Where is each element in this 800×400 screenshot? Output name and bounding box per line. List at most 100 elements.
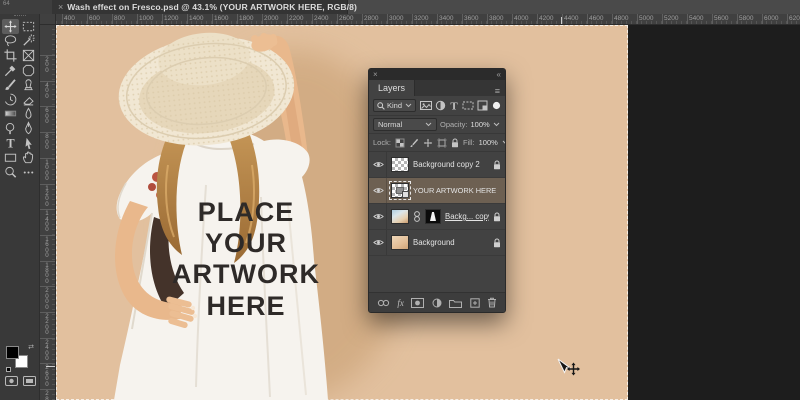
ruler-tick xyxy=(462,14,463,25)
swap-colors-icon[interactable]: ⇄ xyxy=(28,344,34,351)
tool-marquee[interactable] xyxy=(20,19,37,34)
tool-healing-patch[interactable] xyxy=(20,63,37,78)
screen-mode-icon[interactable] xyxy=(23,376,36,386)
tab-layers[interactable]: Layers xyxy=(369,80,415,96)
tool-blur[interactable] xyxy=(20,107,37,122)
tool-clone-stamp[interactable] xyxy=(20,77,37,92)
layer-row-background[interactable]: Background xyxy=(369,230,505,256)
panel-menu-icon[interactable]: ≡ xyxy=(490,86,505,96)
ruler-tick-label: 600 xyxy=(89,15,100,22)
document-canvas[interactable]: PLACE YOUR ARTWORK HERE xyxy=(56,25,628,400)
tool-lasso[interactable] xyxy=(2,34,19,49)
layer-thumbnail[interactable] xyxy=(391,157,409,172)
chevron-down-icon[interactable] xyxy=(502,140,506,145)
fill-value[interactable]: 100% xyxy=(479,138,498,147)
ruler-tick-label: 6000 xyxy=(764,15,778,22)
tool-eyedropper[interactable] xyxy=(2,63,19,78)
lock-transparent-icon[interactable] xyxy=(395,138,405,148)
svg-text:T: T xyxy=(6,136,14,150)
layer-name[interactable]: Backg... copy xyxy=(445,212,489,221)
adjustment-icon[interactable] xyxy=(432,298,442,308)
tool-move[interactable] xyxy=(2,19,19,34)
vertical-ruler[interactable]: 2004006008001000120014001600180020002200… xyxy=(40,25,56,400)
effects-icon[interactable]: fx xyxy=(397,298,404,308)
layer-row-backg-copy[interactable]: Backg... copy xyxy=(369,204,505,230)
foreground-color-swatch[interactable] xyxy=(6,346,19,359)
visibility-toggle[interactable] xyxy=(373,152,387,177)
opacity-value[interactable]: 100% xyxy=(471,120,490,129)
mask-link-icon[interactable] xyxy=(413,210,421,223)
ruler-tick xyxy=(87,14,88,25)
tool-gradient[interactable] xyxy=(2,107,19,122)
tool-path-select[interactable] xyxy=(20,136,37,151)
layer-name[interactable]: YOUR ARTWORK HERE xyxy=(413,186,501,195)
ruler-tick xyxy=(162,14,163,25)
ruler-tick-label: 1600 xyxy=(214,15,228,22)
blend-mode-select[interactable]: Normal xyxy=(373,118,437,131)
layer-name[interactable]: Background xyxy=(413,238,489,247)
toolbar-grip[interactable] xyxy=(14,15,26,17)
ruler-tick xyxy=(612,14,613,25)
lock-brush-icon[interactable] xyxy=(409,138,419,148)
panel-close-icon[interactable]: × xyxy=(373,71,378,79)
ruler-tick-label: 1200 xyxy=(164,15,178,22)
filter-kind-select[interactable]: Kind xyxy=(373,99,416,112)
visibility-toggle[interactable] xyxy=(373,230,387,255)
filter-toggle[interactable] xyxy=(492,101,501,110)
document-tab[interactable]: × Wash effect on Fresco.psd @ 43.1% (YOU… xyxy=(52,0,348,14)
close-icon[interactable]: × xyxy=(58,3,63,12)
horizontal-ruler[interactable]: 4006008001000120014001600180020002200240… xyxy=(56,14,800,25)
filter-pixel-layers-icon[interactable] xyxy=(420,100,432,111)
layer-thumbnail[interactable] xyxy=(391,235,409,250)
tool-eraser[interactable] xyxy=(20,92,37,107)
tool-crop[interactable] xyxy=(2,48,19,63)
add-mask-icon[interactable] xyxy=(411,298,424,308)
layer-row-your-artwork-here[interactable]: YOUR ARTWORK HERE xyxy=(369,178,505,204)
lock-artboard-icon[interactable] xyxy=(437,138,447,148)
filter-type-icons: T xyxy=(420,100,488,111)
layer-thumbnail[interactable] xyxy=(391,183,409,198)
lock-move-icon[interactable] xyxy=(423,138,433,148)
ruler-tick xyxy=(412,14,413,25)
lock-all-icon[interactable] xyxy=(451,138,459,148)
layer-mask-thumbnail[interactable] xyxy=(425,209,441,224)
tool-zoom[interactable] xyxy=(2,165,19,180)
ruler-tick-label: 200 xyxy=(43,57,51,73)
layer-thumbnail[interactable] xyxy=(391,209,409,224)
new-layer-icon[interactable] xyxy=(470,298,480,308)
group-layers-icon[interactable] xyxy=(449,298,462,308)
mask-silhouette xyxy=(430,212,436,221)
filter-smart-objects-icon[interactable] xyxy=(477,100,488,111)
visibility-toggle[interactable] xyxy=(373,178,387,203)
photoshop-window: 64 × Wash effect on Fresco.psd @ 43.1% (… xyxy=(0,0,800,400)
filter-adjustment-layers-icon[interactable] xyxy=(435,100,446,111)
ruler-tick-label: 1800 xyxy=(43,263,51,285)
tool-shape[interactable] xyxy=(2,150,19,165)
tool-frame[interactable] xyxy=(20,48,37,63)
tool-brush[interactable] xyxy=(2,77,19,92)
chevron-down-icon[interactable] xyxy=(493,122,500,127)
tool-type[interactable]: T xyxy=(2,136,19,151)
panel-collapse-icon[interactable]: « xyxy=(497,71,501,79)
layers-panel-header[interactable]: × « xyxy=(369,69,505,80)
tool-hand[interactable] xyxy=(20,150,37,165)
delete-layer-icon[interactable] xyxy=(487,297,497,308)
tool-pen[interactable] xyxy=(20,121,37,136)
filter-shape-layers-icon[interactable] xyxy=(462,100,474,111)
layer-row-background-copy-2[interactable]: Background copy 2 xyxy=(369,152,505,178)
tool-dodge[interactable] xyxy=(2,121,19,136)
filter-type-layers-icon[interactable]: T xyxy=(449,100,459,111)
color-swatches[interactable]: ⇄ xyxy=(6,344,34,370)
tool-more-tools[interactable] xyxy=(20,165,37,180)
link-layers-icon[interactable] xyxy=(377,299,390,307)
quick-mask-icon[interactable] xyxy=(5,376,18,386)
ruler-tick-label: 2200 xyxy=(43,314,51,336)
ruler-tick xyxy=(487,14,488,25)
layer-name[interactable]: Background copy 2 xyxy=(413,160,489,169)
tool-history-brush[interactable] xyxy=(2,92,19,107)
visibility-toggle[interactable] xyxy=(373,204,387,229)
ruler-tick-label: 2600 xyxy=(43,365,51,387)
tool-magic-wand[interactable] xyxy=(20,34,37,49)
ruler-tick xyxy=(212,14,213,25)
default-colors-icon[interactable] xyxy=(6,367,11,372)
